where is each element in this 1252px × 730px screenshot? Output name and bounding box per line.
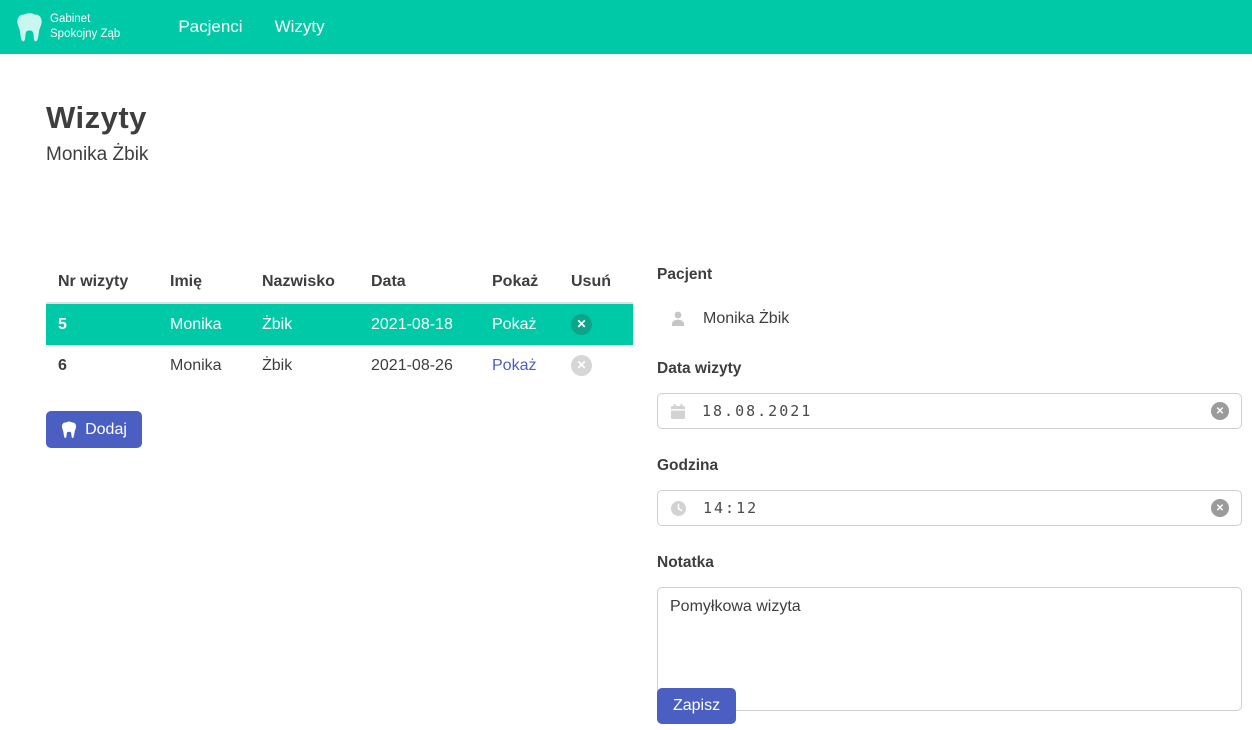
header-usun: Usuń bbox=[559, 262, 633, 303]
cell-nazwisko: Żbik bbox=[250, 345, 359, 386]
patient-name: Monika Żbik bbox=[703, 310, 789, 328]
table-row-visit-5[interactable]: 5 Monika Żbik 2021-08-18 Pokaż ✕ bbox=[46, 303, 633, 345]
header-nr-wizyty: Nr wizyty bbox=[46, 262, 158, 303]
visits-table: Nr wizyty Imię Nazwisko Data Pokaż Usuń … bbox=[46, 262, 633, 386]
patient-label: Pacjent bbox=[657, 266, 1242, 284]
top-navbar: Gabinet Spokojny Ząb Pacjenci Wizyty bbox=[0, 0, 1252, 54]
nav-item-wizyty[interactable]: Wizyty bbox=[275, 17, 325, 37]
visit-date-input[interactable] bbox=[702, 402, 1195, 420]
visit-date-input-box[interactable]: ✕ bbox=[657, 393, 1242, 429]
nav-item-pacjenci[interactable]: Pacjenci bbox=[178, 17, 242, 37]
brand-text: Gabinet Spokojny Ząb bbox=[50, 12, 120, 42]
header-data: Data bbox=[359, 262, 480, 303]
page-title: Wizyty bbox=[46, 100, 148, 136]
clear-time-button[interactable]: ✕ bbox=[1211, 499, 1229, 517]
header-imie: Imię bbox=[158, 262, 250, 303]
brand-line2: Spokojny Ząb bbox=[50, 27, 120, 42]
nav-links: Pacjenci Wizyty bbox=[178, 17, 324, 37]
visit-time-label: Godzina bbox=[657, 457, 1242, 475]
visit-form: Pacjent Monika Żbik Data wizyty ✕ Godzin… bbox=[657, 266, 1242, 716]
page-header: Wizyty Monika Żbik bbox=[46, 100, 148, 166]
person-icon bbox=[669, 310, 687, 329]
page-subtitle: Monika Żbik bbox=[46, 144, 148, 166]
visit-date-label: Data wizyty bbox=[657, 360, 1242, 378]
cell-imie: Monika bbox=[158, 303, 250, 345]
cell-data: 2021-08-26 bbox=[359, 345, 480, 386]
cell-nazwisko: Żbik bbox=[250, 303, 359, 345]
header-nazwisko: Nazwisko bbox=[250, 262, 359, 303]
add-button-label: Dodaj bbox=[85, 421, 127, 439]
show-visit-link[interactable]: Pokaż bbox=[492, 357, 536, 374]
brand-logo[interactable]: Gabinet Spokojny Ząb bbox=[16, 12, 120, 43]
table-row-visit-6[interactable]: 6 Monika Żbik 2021-08-26 Pokaż ✕ bbox=[46, 345, 633, 386]
cell-nr: 6 bbox=[46, 345, 158, 386]
clock-icon bbox=[670, 500, 687, 517]
visit-time-input[interactable] bbox=[703, 499, 1195, 517]
visit-time-input-box[interactable]: ✕ bbox=[657, 490, 1242, 526]
note-textarea[interactable]: Pomyłkowa wizyta bbox=[657, 587, 1242, 711]
cell-data: 2021-08-18 bbox=[359, 303, 480, 345]
clear-date-button[interactable]: ✕ bbox=[1211, 402, 1229, 420]
patient-display: Monika Żbik bbox=[669, 306, 1242, 332]
header-pokaz: Pokaż bbox=[480, 262, 559, 303]
show-visit-link[interactable]: Pokaż bbox=[492, 316, 536, 333]
note-label: Notatka bbox=[657, 554, 1242, 572]
delete-visit-button[interactable]: ✕ bbox=[571, 355, 592, 376]
save-button-label: Zapisz bbox=[673, 697, 720, 715]
add-visit-button[interactable]: Dodaj bbox=[46, 411, 142, 448]
tooth-icon bbox=[16, 12, 43, 43]
save-button[interactable]: Zapisz bbox=[657, 688, 736, 724]
brand-line1: Gabinet bbox=[50, 12, 120, 27]
cell-imie: Monika bbox=[158, 345, 250, 386]
table-header-row: Nr wizyty Imię Nazwisko Data Pokaż Usuń bbox=[46, 262, 633, 303]
tooth-icon bbox=[61, 421, 77, 439]
delete-visit-button[interactable]: ✕ bbox=[571, 314, 592, 335]
calendar-icon bbox=[670, 403, 686, 420]
cell-nr: 5 bbox=[46, 303, 158, 345]
